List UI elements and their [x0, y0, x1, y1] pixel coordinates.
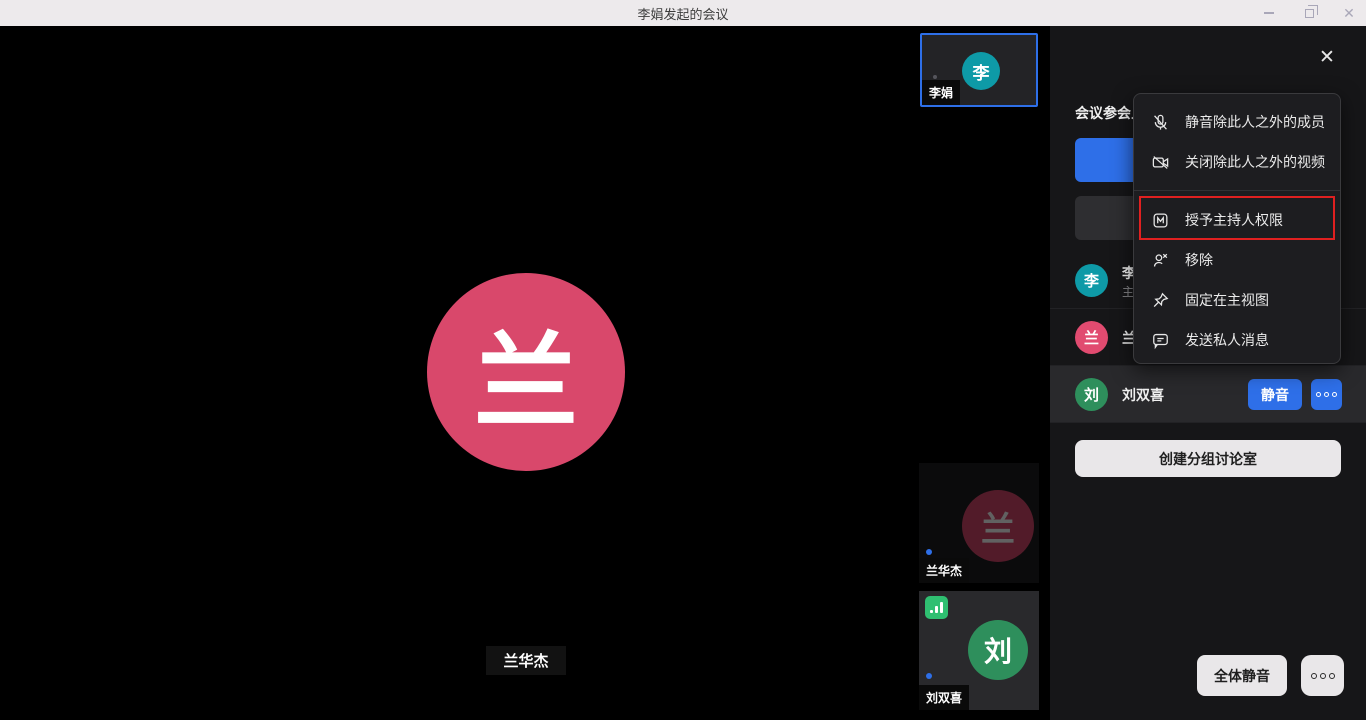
pin-icon — [1151, 291, 1170, 310]
participant-more-button[interactable] — [1311, 379, 1342, 410]
menu-item-stop-others-video[interactable]: 关闭除此人之外的视频 — [1134, 142, 1340, 182]
minimize-button[interactable] — [1260, 4, 1278, 22]
participant-name: 刘双喜 — [1122, 385, 1164, 405]
participant-avatar: 兰 — [1075, 321, 1108, 354]
panel-more-button[interactable] — [1301, 655, 1344, 696]
participant-row-liushuangxi[interactable]: 刘 刘双喜 静音 — [1050, 366, 1366, 423]
host-badge-icon — [1151, 211, 1170, 230]
menu-item-label: 关闭除此人之外的视频 — [1185, 152, 1325, 172]
tile-avatar: 兰 — [962, 490, 1034, 562]
tile-avatar-initial: 刘 — [984, 630, 1012, 670]
camera-off-icon — [1151, 153, 1170, 172]
menu-item-mute-others[interactable]: 静音除此人之外的成员 — [1134, 102, 1340, 142]
menu-item-label: 授予主持人权限 — [1185, 210, 1283, 230]
close-window-button[interactable]: ✕ — [1340, 4, 1358, 22]
menu-item-label: 移除 — [1185, 250, 1213, 270]
menu-item-label: 静音除此人之外的成员 — [1185, 112, 1325, 132]
tile-name-label: 刘双喜 — [919, 685, 969, 710]
menu-item-private-message[interactable]: 发送私人消息 — [1134, 320, 1340, 360]
main-participant-avatar: 兰 — [427, 273, 625, 471]
audio-dot-blue-icon — [926, 673, 932, 679]
video-tile-liushuangxi[interactable]: 刘 刘双喜 — [919, 591, 1039, 710]
window-controls: ✕ — [1260, 0, 1358, 26]
main-participant-name-label: 兰华杰 — [486, 646, 566, 675]
mic-off-icon — [1151, 113, 1170, 132]
menu-item-label: 发送私人消息 — [1185, 330, 1269, 350]
network-signal-icon — [925, 596, 948, 619]
mute-all-button[interactable]: 全体静音 — [1197, 655, 1287, 696]
menu-item-label: 固定在主视图 — [1185, 290, 1269, 310]
menu-item-grant-host[interactable]: 授予主持人权限 — [1134, 200, 1340, 240]
participant-avatar-initial: 刘 — [1084, 384, 1099, 405]
tile-avatar-initial: 兰 — [981, 502, 1015, 551]
mute-participant-button[interactable]: 静音 — [1248, 379, 1302, 410]
participant-avatar: 李 — [1075, 264, 1108, 297]
menu-divider — [1134, 190, 1340, 191]
participant-context-menu: 静音除此人之外的成员 关闭除此人之外的视频 授予主持人权限 移除 固定在主视图 … — [1133, 93, 1341, 364]
create-breakout-room-button[interactable]: 创建分组讨论室 — [1075, 440, 1341, 477]
main-avatar-initial: 兰 — [474, 297, 578, 448]
audio-dot-gray-icon — [933, 75, 937, 79]
video-tile-lijuan[interactable]: 李 李娟 — [920, 33, 1038, 107]
tile-avatar: 刘 — [968, 620, 1028, 680]
minimize-icon — [1264, 12, 1274, 14]
message-icon — [1151, 331, 1170, 350]
tile-avatar-initial: 李 — [973, 59, 990, 84]
titlebar: 李娟发起的会议 ✕ — [0, 0, 1366, 26]
user-remove-icon — [1151, 251, 1170, 270]
video-tile-lanhuajie[interactable]: 兰 兰华杰 — [919, 463, 1039, 583]
menu-item-remove[interactable]: 移除 — [1134, 240, 1340, 280]
video-stage: 兰 兰华杰 李 李娟 兰 兰华杰 刘 — [0, 26, 1050, 720]
meeting-window: 李娟发起的会议 ✕ 兰 兰华杰 李 李娟 兰 兰华杰 — [0, 0, 1366, 720]
participant-avatar-initial: 兰 — [1084, 327, 1099, 348]
participant-avatar-initial: 李 — [1084, 270, 1099, 291]
audio-dot-blue-icon — [926, 549, 932, 555]
participant-avatar: 刘 — [1075, 378, 1108, 411]
restore-button[interactable] — [1300, 4, 1318, 22]
restore-icon — [1305, 9, 1314, 18]
close-window-icon: ✕ — [1343, 6, 1355, 20]
tile-name-label: 李娟 — [922, 80, 960, 105]
close-panel-button[interactable]: ✕ — [1316, 46, 1338, 68]
tile-avatar: 李 — [962, 52, 1000, 90]
window-title: 李娟发起的会议 — [637, 4, 728, 23]
tile-name-label: 兰华杰 — [919, 558, 969, 583]
menu-item-pin-main-view[interactable]: 固定在主视图 — [1134, 280, 1340, 320]
